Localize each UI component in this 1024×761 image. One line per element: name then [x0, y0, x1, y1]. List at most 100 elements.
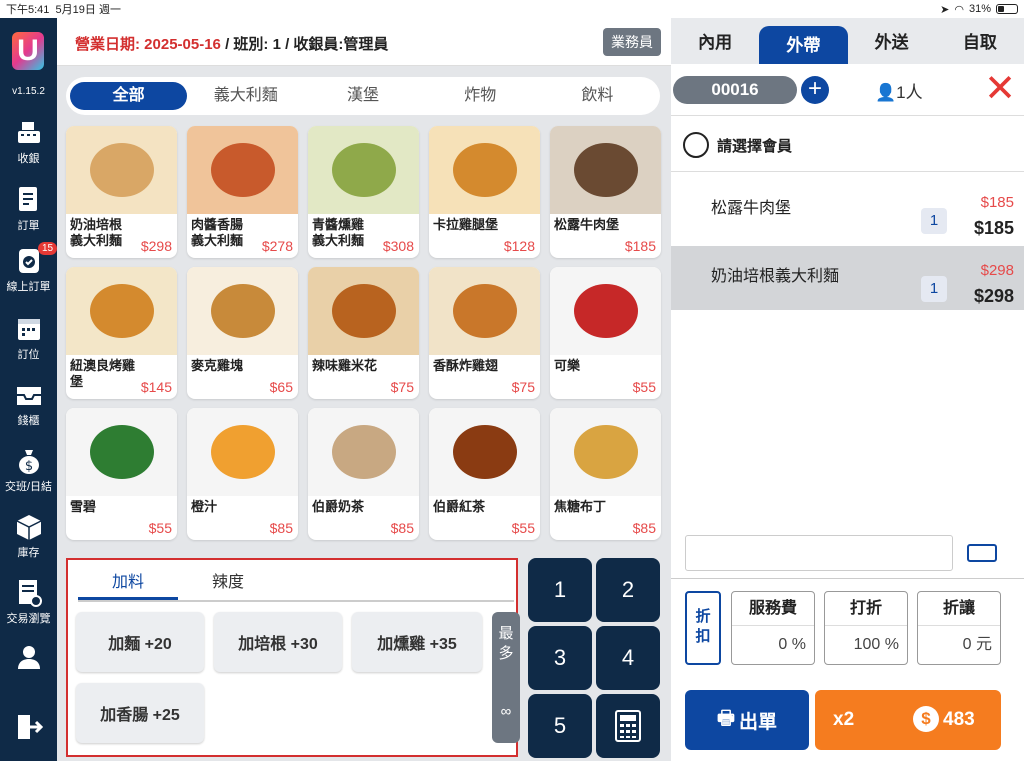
tab-dine-in[interactable]: 內用	[671, 18, 759, 64]
product-card[interactable]: 雪碧 $55	[66, 408, 177, 540]
people-count[interactable]: 👤1人	[875, 78, 923, 103]
keypad-2[interactable]: 2	[596, 558, 660, 622]
product-card[interactable]: 青醬燻雞 義大利麵 $308	[308, 126, 419, 258]
product-photo-shape	[452, 425, 517, 479]
product-name: 雪碧	[70, 499, 97, 514]
product-image	[66, 408, 177, 496]
product-card[interactable]: 麥克雞塊 $65	[187, 267, 298, 399]
percent-off-field[interactable]: 打折 100 %	[824, 591, 908, 665]
addon-bacon-button[interactable]: 加培根 +30	[214, 612, 342, 672]
product-photo-shape	[573, 284, 638, 338]
tab-delivery[interactable]: 外送	[848, 18, 936, 64]
product-name: 青醬燻雞 義大利麵	[312, 217, 365, 248]
product-price: $278	[261, 238, 293, 254]
product-photo-shape	[89, 425, 154, 479]
product-name: 辣味雞米花	[312, 358, 378, 373]
new-order-button[interactable]: +	[801, 76, 829, 104]
discount-button[interactable]: 折扣	[685, 591, 721, 665]
battery-percent: 31%	[968, 3, 991, 15]
product-price: $55	[632, 379, 656, 395]
product-card[interactable]: 香酥炸雞翅 $75	[429, 267, 540, 399]
checkout-button[interactable]: x2 $ 483	[815, 690, 1001, 750]
product-photo-shape	[452, 284, 517, 338]
item-price: $185	[980, 194, 1014, 211]
keypad-3[interactable]: 3	[528, 626, 592, 690]
product-image	[66, 267, 177, 355]
max-quantity[interactable]: 最多 ∞	[492, 612, 520, 743]
product-card[interactable]: 肉醬香腸 義大利麵 $278	[187, 126, 298, 258]
tab-toppings[interactable]: 加料	[78, 568, 178, 600]
nav-inventory[interactable]: 庫存	[0, 512, 57, 560]
category-burger[interactable]: 漢堡	[304, 82, 421, 110]
person-icon: 👤	[875, 83, 897, 102]
product-card[interactable]: 奶油培根 義大利麵 $298	[66, 126, 177, 258]
business-info: 營業日期: 2025-05-16 / 班別: 1 / 收銀員:管理員	[75, 33, 388, 54]
order-icon	[14, 185, 44, 215]
percent-off-value: 100 %	[853, 636, 899, 653]
close-icon[interactable]: ✕	[984, 70, 1016, 108]
addon-sausage-button[interactable]: 加香腸 +25	[76, 683, 204, 743]
nav-shift-close[interactable]: $ 交班/日結	[0, 446, 57, 494]
keypad-5[interactable]: 5	[528, 694, 592, 758]
option-tabs: 加料 辣度	[78, 568, 514, 602]
order-item[interactable]: 松露牛肉堡 $185 1 $185	[671, 178, 1024, 242]
product-card[interactable]: 焦糖布丁 $85	[550, 408, 661, 540]
allowance-field[interactable]: 折讓 0 元	[917, 591, 1001, 665]
nav-online-orders[interactable]: 15 線上訂單	[0, 242, 58, 294]
category-all[interactable]: 全部	[70, 82, 188, 110]
addon-chicken-button[interactable]: 加燻雞 +35	[352, 612, 482, 672]
nav-label: 庫存	[17, 547, 40, 559]
item-qty[interactable]: 1	[921, 276, 947, 302]
note-input[interactable]	[685, 535, 953, 571]
keypad-1[interactable]: 1	[528, 558, 592, 622]
tab-spiciness[interactable]: 辣度	[178, 568, 278, 600]
product-photo-shape	[331, 143, 396, 197]
product-price: $75	[390, 379, 414, 395]
tab-takeout[interactable]: 外帶	[759, 26, 848, 64]
nav-orders[interactable]: 訂單	[0, 185, 57, 233]
product-image	[550, 126, 661, 214]
app-version: v1.15.2	[12, 86, 45, 97]
keyboard-icon[interactable]	[967, 544, 997, 562]
product-price: $75	[511, 379, 535, 395]
item-total: $298	[973, 286, 1014, 306]
product-card[interactable]: 辣味雞米花 $75	[308, 267, 419, 399]
user-icon	[14, 642, 44, 672]
product-card[interactable]: 伯爵奶茶 $85	[308, 408, 419, 540]
addon-noodle-button[interactable]: 加麵 +20	[76, 612, 204, 672]
category-pasta[interactable]: 義大利麵	[187, 82, 304, 110]
product-image	[550, 267, 661, 355]
tab-pickup[interactable]: 自取	[936, 18, 1024, 64]
product-price: $55	[511, 520, 535, 536]
item-qty[interactable]: 1	[921, 208, 947, 234]
calculator-button[interactable]	[596, 694, 660, 758]
product-price: $185	[624, 238, 656, 254]
nav-pos[interactable]: 收銀	[0, 118, 57, 166]
product-card[interactable]: 紐澳良烤雞堡 $145	[66, 267, 177, 399]
keypad-4[interactable]: 4	[596, 626, 660, 690]
member-avatar-icon	[683, 132, 709, 158]
product-card[interactable]: 橙汁 $85	[187, 408, 298, 540]
nav-user[interactable]	[0, 642, 57, 674]
product-price: $298	[140, 238, 172, 254]
category-fried[interactable]: 炸物	[422, 82, 539, 110]
product-card[interactable]: 松露牛肉堡 $185	[550, 126, 661, 258]
order-number: 00016	[673, 76, 797, 104]
nav-transactions[interactable]: 交易瀏覽	[0, 578, 57, 626]
category-drinks[interactable]: 飲料	[539, 82, 656, 110]
nav-reservation[interactable]: 訂位	[0, 314, 57, 362]
order-item[interactable]: 奶油培根義大利麵 $298 1 $298	[671, 246, 1024, 310]
product-name: 伯爵紅茶	[433, 499, 486, 514]
printer-icon: 🖶	[717, 708, 735, 729]
service-fee-field[interactable]: 服務費 0 %	[731, 591, 815, 665]
product-card[interactable]: 可樂 $55	[550, 267, 661, 399]
print-order-button[interactable]: 🖶 出單	[685, 690, 809, 750]
nav-drawer[interactable]: 錢櫃	[0, 380, 57, 428]
logout-icon	[14, 712, 44, 742]
member-select[interactable]: 請選擇會員	[671, 116, 1024, 172]
logout-button[interactable]	[0, 712, 57, 744]
product-card[interactable]: 卡拉雞腿堡 $128	[429, 126, 540, 258]
staff-button[interactable]: 業務員	[603, 28, 661, 56]
product-card[interactable]: 伯爵紅茶 $55	[429, 408, 540, 540]
product-image	[187, 126, 298, 214]
